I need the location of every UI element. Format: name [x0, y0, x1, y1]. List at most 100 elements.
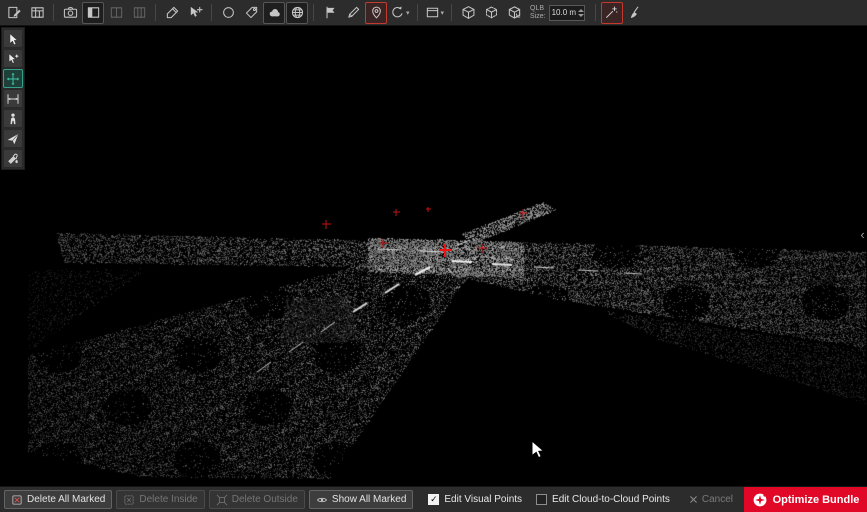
select-cursor-icon: [6, 32, 20, 46]
cube-view-button[interactable]: [457, 2, 479, 24]
cube-m-icon: M: [507, 5, 522, 20]
edit-visual-points-checkbox[interactable]: ✓ Edit Visual Points: [428, 494, 522, 505]
pane-dd-icon: [425, 5, 440, 20]
show-all-marked-button[interactable]: Show All Marked: [309, 490, 413, 509]
wand-icon: [604, 5, 619, 20]
flag-icon: [323, 5, 338, 20]
cube-m-button[interactable]: M: [503, 2, 525, 24]
pane-dual-icon: [109, 5, 124, 20]
qlb-size-label: QLBSize:: [530, 5, 546, 21]
layout-grid-button[interactable]: [26, 2, 48, 24]
edit-visual-points-checkbox-label: Edit Visual Points: [444, 494, 522, 505]
spinner-up-icon[interactable]: [578, 9, 584, 12]
globe-toggle-button[interactable]: [286, 2, 308, 24]
toolbar-separator: [53, 4, 54, 21]
qlb-size-value: 10.0 m: [552, 8, 576, 17]
circle-select-button[interactable]: [217, 2, 239, 24]
edit-cloud-to-cloud-checkbox[interactable]: Edit Cloud-to-Cloud Points: [536, 494, 670, 505]
select-add-button[interactable]: [184, 2, 206, 24]
camera-icon: [63, 5, 78, 20]
optimize-bundle-button[interactable]: Optimize Bundle: [744, 487, 867, 512]
orbit-icon: [390, 5, 405, 20]
pick-points-button[interactable]: [601, 2, 623, 24]
delete-outside-button-label: Delete Outside: [232, 494, 298, 505]
broom-icon: [627, 5, 642, 20]
circle-icon: [221, 5, 236, 20]
panel-expander-arrow[interactable]: ‹: [858, 228, 867, 242]
top-toolbar: ▾ ▾ M QLBSize: 10.0 m: [0, 0, 867, 26]
cut-tool-button[interactable]: [161, 2, 183, 24]
toolbar-group-pick: [601, 2, 646, 24]
orbit-refresh-button[interactable]: ▾: [388, 2, 412, 24]
pedestrian-view-tool[interactable]: [3, 109, 23, 128]
optimize-bundle-icon: [752, 492, 768, 508]
pen-icon: [346, 5, 361, 20]
paint-select-tool[interactable]: [3, 149, 23, 168]
cube-select-icon: [484, 5, 499, 20]
knife-icon: [165, 5, 180, 20]
edit-project-button[interactable]: [3, 2, 25, 24]
edit-visual-points-checkbox-box[interactable]: ✓: [428, 494, 439, 505]
pin-icon: [369, 5, 384, 20]
toolbar-group-display: [217, 2, 308, 24]
dual-pane-button: [105, 2, 127, 24]
smart-select-tool[interactable]: [3, 49, 23, 68]
triple-pane-button: [128, 2, 150, 24]
left-toolbar: [1, 27, 25, 170]
toolbar-separator: [595, 4, 596, 21]
delete-marked-icon: [11, 494, 23, 506]
app-window: ▾▾MQLBSize:10.0 m ‹ Delete All MarkedDel…: [0, 0, 867, 512]
optimize-bundle-label: Optimize Bundle: [773, 494, 860, 506]
qlb-size-control: QLBSize: 10.0 m: [530, 5, 585, 21]
cancel-button: Cancel: [681, 490, 740, 509]
point-cloud-toggle-button[interactable]: [263, 2, 285, 24]
draw-pen-button[interactable]: [342, 2, 364, 24]
delete-all-marked-button[interactable]: Delete All Marked: [4, 490, 112, 509]
move-tool[interactable]: [3, 69, 23, 88]
clean-tool-button[interactable]: [624, 2, 646, 24]
cube-icon: [461, 5, 476, 20]
measure-distance-icon: [6, 92, 20, 106]
measure-distance-tool[interactable]: [3, 89, 23, 108]
view-pane-dropdown-button[interactable]: ▾: [423, 2, 447, 24]
single-pane-button[interactable]: [82, 2, 104, 24]
toolbar-group-annotate: ▾: [319, 2, 412, 24]
edit-cloud-to-cloud-checkbox-box[interactable]: [536, 494, 547, 505]
qlb-size-spinner[interactable]: [578, 9, 584, 17]
toolbar-separator: [417, 4, 418, 21]
bottom-button-group: Delete All MarkedDelete Inside Delete Out…: [4, 490, 413, 509]
svg-text:M: M: [515, 13, 520, 20]
pane-single-icon: [86, 5, 101, 20]
cube-select-button[interactable]: [480, 2, 502, 24]
bottom-checkbox-group: ✓ Edit Visual Points Edit Cloud-to-Cloud P…: [421, 494, 676, 505]
tag-button[interactable]: [240, 2, 262, 24]
move-tool-icon: [6, 72, 20, 86]
toolbar-group-blocks: M: [457, 2, 525, 24]
point-cloud-viewport[interactable]: [0, 0, 867, 512]
spinner-down-icon[interactable]: [578, 14, 584, 17]
cancel-x-icon: [688, 494, 699, 505]
delete-inside-button: Delete Inside: [116, 490, 204, 509]
fly-navigation-tool[interactable]: [3, 129, 23, 148]
control-point-button[interactable]: [365, 2, 387, 24]
fly-navigation-icon: [6, 132, 20, 146]
edit-cloud-to-cloud-checkbox-label: Edit Cloud-to-Cloud Points: [552, 494, 670, 505]
select-plus-icon: [188, 5, 203, 20]
bottom-bar: Delete All MarkedDelete Inside Delete Out…: [0, 486, 867, 512]
qlb-size-input[interactable]: 10.0 m: [549, 5, 585, 21]
project-edit-icon: [7, 5, 22, 20]
select-cursor-tool[interactable]: [3, 29, 23, 48]
toolbar-separator: [211, 4, 212, 21]
toolbar-group-project: [3, 2, 48, 24]
cancel-button-label: Cancel: [702, 494, 733, 505]
pane-triple-icon: [132, 5, 147, 20]
toolbar-group-views: [59, 2, 150, 24]
cloud-icon: [267, 5, 282, 20]
delete-outside-button: Delete Outside: [209, 490, 305, 509]
delete-outside-icon: [216, 494, 228, 506]
camera-button[interactable]: [59, 2, 81, 24]
show-all-marked-button-label: Show All Marked: [332, 494, 406, 505]
toolbar-group-draw: [161, 2, 206, 24]
flag-marker-button[interactable]: [319, 2, 341, 24]
select-spark-icon: [6, 52, 20, 66]
